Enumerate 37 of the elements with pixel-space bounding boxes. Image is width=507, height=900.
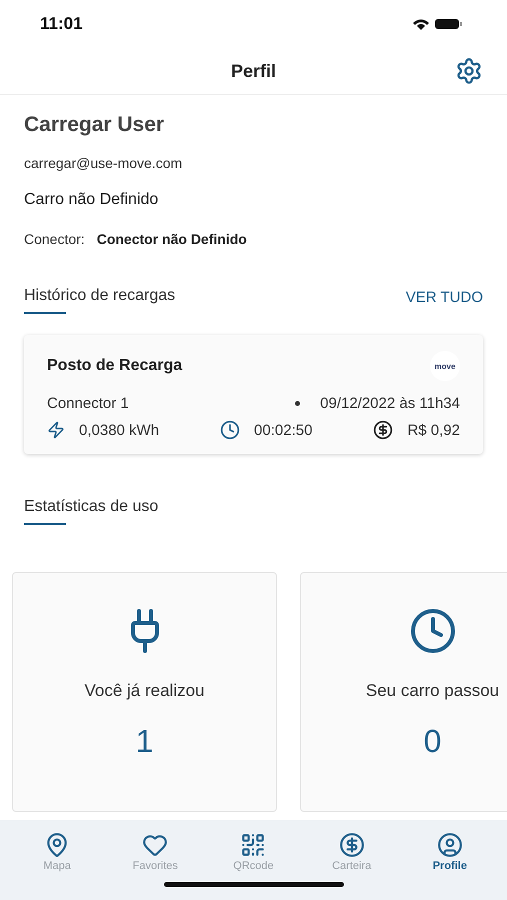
user-name: Carregar User: [24, 113, 166, 137]
car-text: Carro não Definido: [24, 191, 160, 209]
stat-value: 0: [424, 723, 442, 760]
dollar-icon: [373, 420, 394, 440]
brand-logo: move: [430, 351, 460, 381]
status-time: 11:01: [40, 14, 83, 34]
connector-label: Conector:: [24, 231, 85, 247]
tab-item[interactable]: Profile: [410, 832, 490, 872]
user-icon: [436, 832, 463, 858]
user-email: carregar@use-move.com: [24, 155, 184, 171]
tab-item[interactable]: Mapa: [17, 832, 98, 872]
see-all-link[interactable]: VER TUDO: [406, 289, 483, 306]
clock-icon: [408, 607, 456, 655]
cost-value: R$ 0,92: [407, 422, 460, 438]
tab-item[interactable]: QRcode: [213, 832, 294, 872]
status-icons: [411, 17, 463, 31]
duration-value: 00:02:50: [254, 422, 312, 438]
history-card[interactable]: Posto de Recarga move Connector 1 09/12/2022 às 11h34 0,0380 kWh 00:02:50 R$ 0,92: [24, 335, 483, 454]
dollar-icon: [338, 832, 365, 858]
section-title: Histórico de recargas: [24, 287, 176, 321]
station-name: Posto de Recarga: [47, 357, 182, 375]
qr-code-icon: [240, 832, 266, 858]
heart-icon: [142, 832, 168, 858]
page-title: Perfil: [230, 60, 276, 82]
connector-value: Conector não Definido: [96, 231, 247, 247]
settings-icon[interactable]: [455, 57, 483, 85]
energy-value: 0,0380 kWh: [79, 422, 160, 438]
connector-name: Connector 1: [47, 395, 129, 412]
charge-date: 09/12/2022 às 11h34: [320, 395, 460, 412]
stat-label: Você já realizou: [84, 681, 205, 701]
section-title: Estatísticas de uso: [24, 498, 158, 532]
clock-icon: [220, 420, 240, 440]
tab-item[interactable]: Favorites: [115, 832, 196, 872]
tab-item[interactable]: Carteira: [312, 832, 392, 872]
stat-label: Seu carro passou: [366, 681, 500, 701]
lightning-icon: [47, 421, 65, 439]
stat-value: 1: [136, 723, 154, 760]
